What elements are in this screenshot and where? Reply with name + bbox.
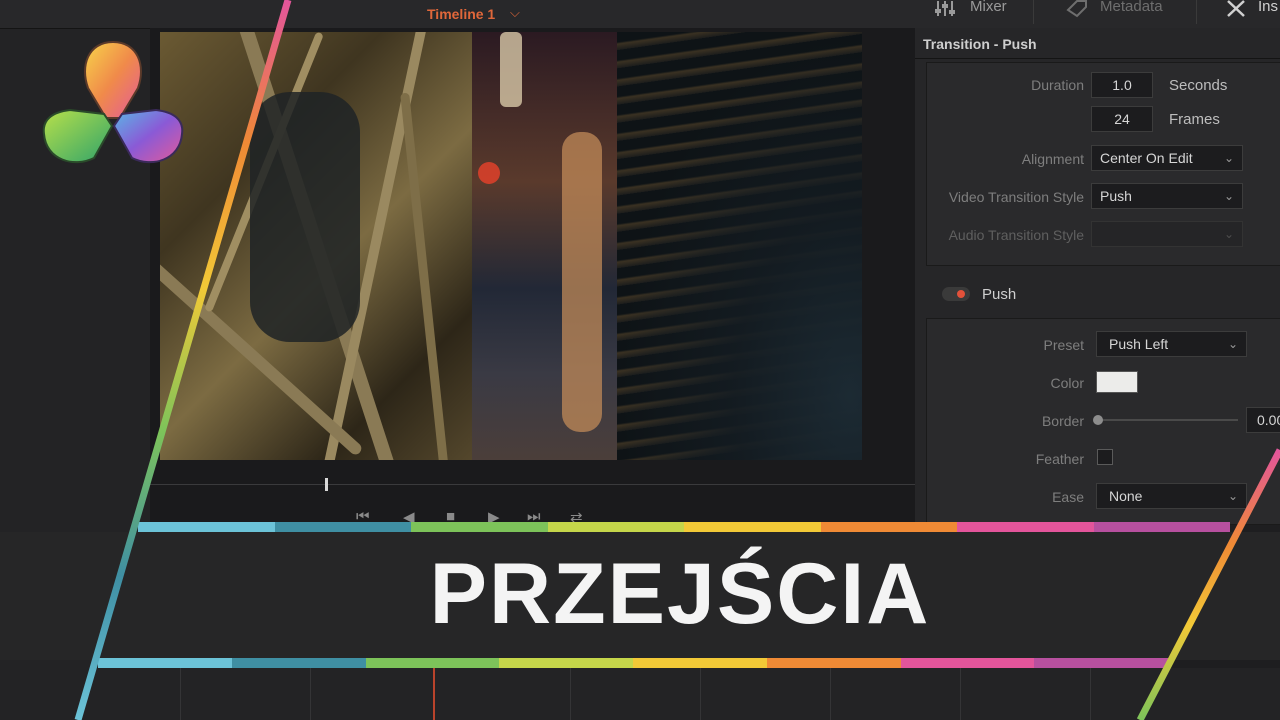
davinci-resolve-logo xyxy=(42,40,184,163)
rainbow-diagonal-lines xyxy=(74,0,1280,720)
